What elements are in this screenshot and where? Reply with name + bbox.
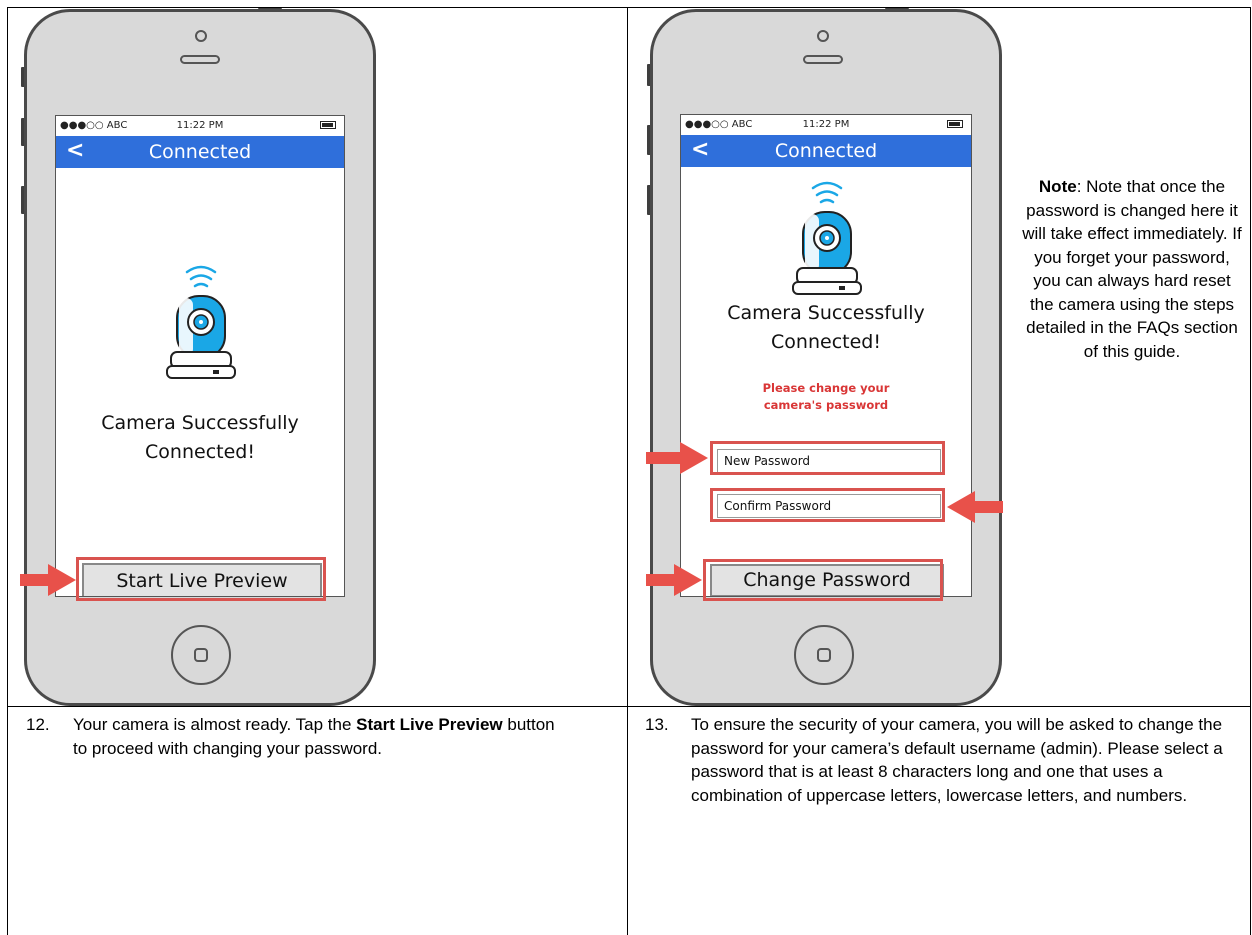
home-button-icon <box>171 625 231 685</box>
arrow-right-icon <box>646 442 708 474</box>
phone-screen: ●●●○○ ABC 11:22 PM < Connected Camera Su… <box>680 114 972 597</box>
confirm-password-highlight <box>710 488 945 522</box>
status-bar: ●●●○○ ABC 11:22 PM <box>56 116 344 136</box>
arrow-right-icon <box>646 564 702 596</box>
table-border-top <box>7 7 1251 8</box>
new-password-highlight <box>710 441 945 475</box>
step-text: Your camera is almost ready. Tap the Sta… <box>73 713 573 760</box>
camera-icon <box>166 265 236 379</box>
nav-bar: < Connected <box>56 136 344 168</box>
nav-title: Connected <box>148 141 252 163</box>
camera-icon <box>792 181 862 295</box>
wifi-icon <box>811 181 843 204</box>
step-number: 13. <box>645 715 669 734</box>
nav-bar: < Connected <box>681 135 971 167</box>
success-message-line1: Camera Successfully <box>727 302 925 324</box>
warning-line1: Please change your <box>762 381 890 395</box>
step-text: To ensure the security of your camera, y… <box>691 715 1223 805</box>
wifi-icon <box>185 265 217 288</box>
front-camera-icon <box>817 30 829 42</box>
speaker-icon <box>180 55 220 64</box>
speaker-icon <box>803 55 843 64</box>
success-message-line2: Connected! <box>145 441 255 463</box>
success-message-line1: Camera Successfully <box>101 412 299 434</box>
table-border-left <box>7 7 8 935</box>
change-password-highlight <box>703 559 943 601</box>
battery-icon <box>947 120 963 128</box>
table-border-middle <box>627 7 628 935</box>
status-bar: ●●●○○ ABC 11:22 PM <box>681 115 971 135</box>
clock-label: 11:22 PM <box>802 119 850 130</box>
nav-title: Connected <box>774 140 878 162</box>
step-text-part: Your camera is almost ready. Tap the <box>73 715 357 734</box>
home-button-icon <box>794 625 854 685</box>
front-camera-icon <box>195 30 207 42</box>
note-label: Note <box>1038 177 1077 196</box>
phone-screen: ●●●○○ ABC 11:22 PM < Connected Camera Su… <box>55 115 345 597</box>
arrow-left-icon <box>947 491 1003 523</box>
note-paragraph: Note: Note that once the password is cha… <box>1022 175 1242 363</box>
arrow-right-icon <box>20 564 76 596</box>
step-text-bold: Start Live Preview <box>356 715 503 734</box>
battery-icon <box>320 121 336 129</box>
start-live-preview-highlight <box>76 557 326 601</box>
warning-line2: camera's password <box>763 398 889 412</box>
note-text: : Note that once the password is changed… <box>1022 177 1242 361</box>
clock-label: 11:22 PM <box>176 120 224 131</box>
table-row-divider <box>7 706 1251 707</box>
success-message-line2: Connected! <box>771 331 881 353</box>
table-border-right <box>1250 7 1251 935</box>
step-number: 12. <box>26 715 50 734</box>
